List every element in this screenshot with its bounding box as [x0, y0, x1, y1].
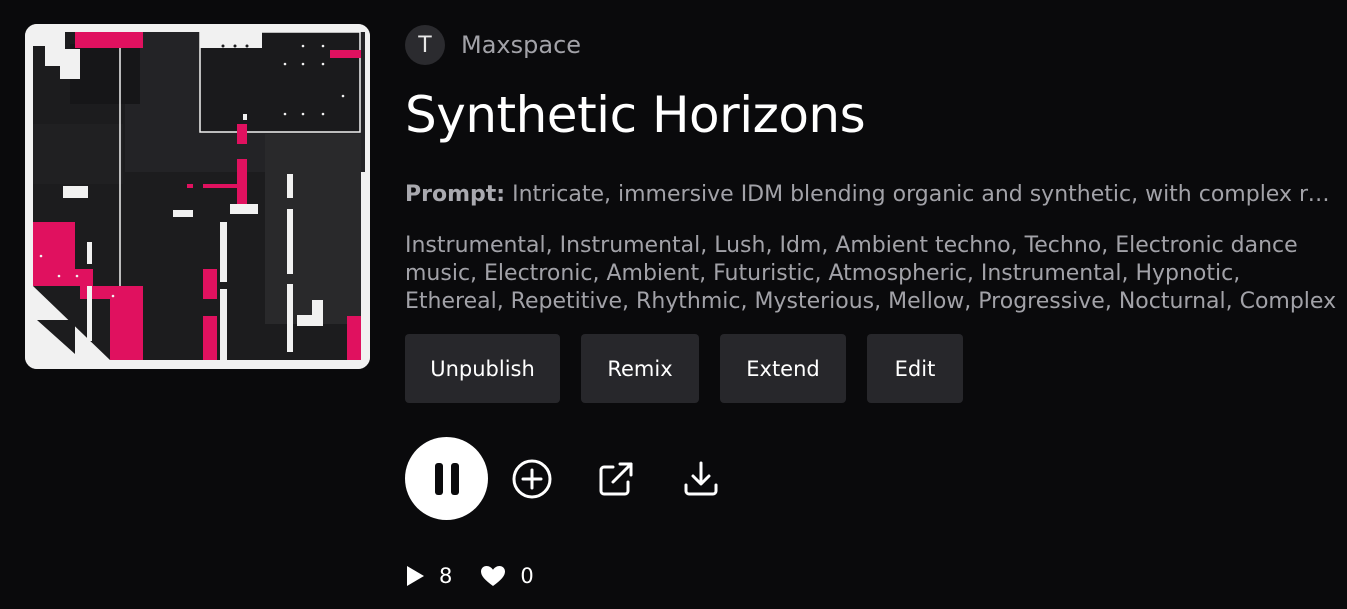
- song-stats: 8 0: [405, 564, 534, 588]
- play-count-value: 8: [439, 564, 453, 588]
- song-info: T Maxspace Synthetic Horizons Prompt: In…: [405, 24, 1347, 588]
- artist-name[interactable]: Maxspace: [461, 31, 581, 59]
- extend-button[interactable]: Extend: [720, 334, 846, 403]
- prompt-label: Prompt:: [405, 182, 506, 207]
- unpublish-button[interactable]: Unpublish: [405, 334, 560, 403]
- cover-art: [25, 24, 370, 369]
- remix-button[interactable]: Remix: [581, 334, 699, 403]
- playback-controls: [405, 437, 723, 520]
- prompt-body: Intricate, immersive IDM blending organi…: [512, 182, 1340, 207]
- download-button[interactable]: [679, 457, 723, 501]
- play-count: 8: [405, 564, 452, 588]
- prompt-text[interactable]: Prompt: Intricate, immersive IDM blendin…: [405, 182, 1340, 207]
- pause-icon: [434, 462, 459, 495]
- heart-icon[interactable]: [480, 565, 506, 587]
- cover-art-graphic: [25, 24, 370, 369]
- action-buttons: Unpublish Remix Extend Edit: [405, 334, 984, 403]
- style-tags[interactable]: Instrumental, Instrumental, Lush, Idm, A…: [405, 232, 1340, 316]
- download-icon: [684, 461, 718, 495]
- pause-button[interactable]: [405, 437, 488, 520]
- play-icon: [407, 566, 424, 586]
- like-count-value: 0: [520, 564, 534, 588]
- like-count[interactable]: 0: [480, 564, 534, 588]
- song-title: Synthetic Horizons: [405, 86, 866, 144]
- external-link-icon: [599, 462, 633, 495]
- share-button[interactable]: [594, 457, 638, 501]
- edit-button[interactable]: Edit: [867, 334, 963, 403]
- plus-circle-icon: [512, 459, 552, 498]
- avatar[interactable]: T: [405, 25, 445, 65]
- add-to-playlist-button[interactable]: [510, 457, 554, 501]
- song-page: T Maxspace Synthetic Horizons Prompt: In…: [0, 0, 1347, 609]
- artist-row[interactable]: T Maxspace: [405, 24, 1347, 66]
